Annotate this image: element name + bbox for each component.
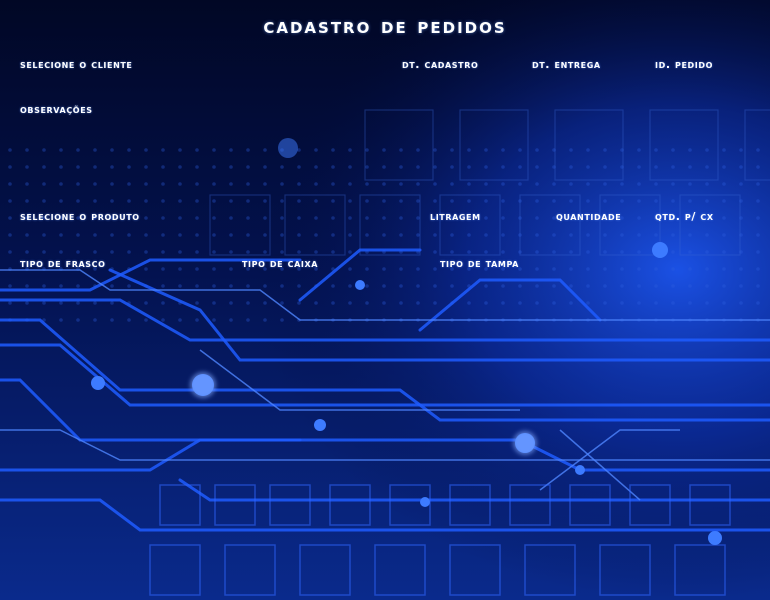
circuit-board-background — [0, 0, 770, 600]
label-id-pedido: ID. PEDIDO — [655, 58, 714, 71]
label-observacoes: OBSERVAÇÕES — [20, 103, 93, 116]
label-qtd-por-caixa: QTD. P/ CX — [655, 210, 714, 223]
page-title: CADASTRO DE PEDIDOS — [263, 14, 507, 39]
label-selecione-cliente: SELECIONE O CLIENTE — [20, 58, 133, 71]
label-dt-cadastro: DT. CADASTRO — [402, 58, 479, 71]
label-tipo-tampa: TIPO DE TAMPA — [440, 257, 519, 270]
label-dt-entrega: DT. ENTREGA — [532, 58, 601, 71]
label-litragem: LITRAGEM — [430, 210, 481, 223]
label-quantidade: QUANTIDADE — [556, 210, 622, 223]
label-tipo-frasco: TIPO DE FRASCO — [20, 257, 106, 270]
label-tipo-caixa: TIPO DE CAIXA — [242, 257, 319, 270]
label-selecione-produto: SELECIONE O PRODUTO — [20, 210, 140, 223]
